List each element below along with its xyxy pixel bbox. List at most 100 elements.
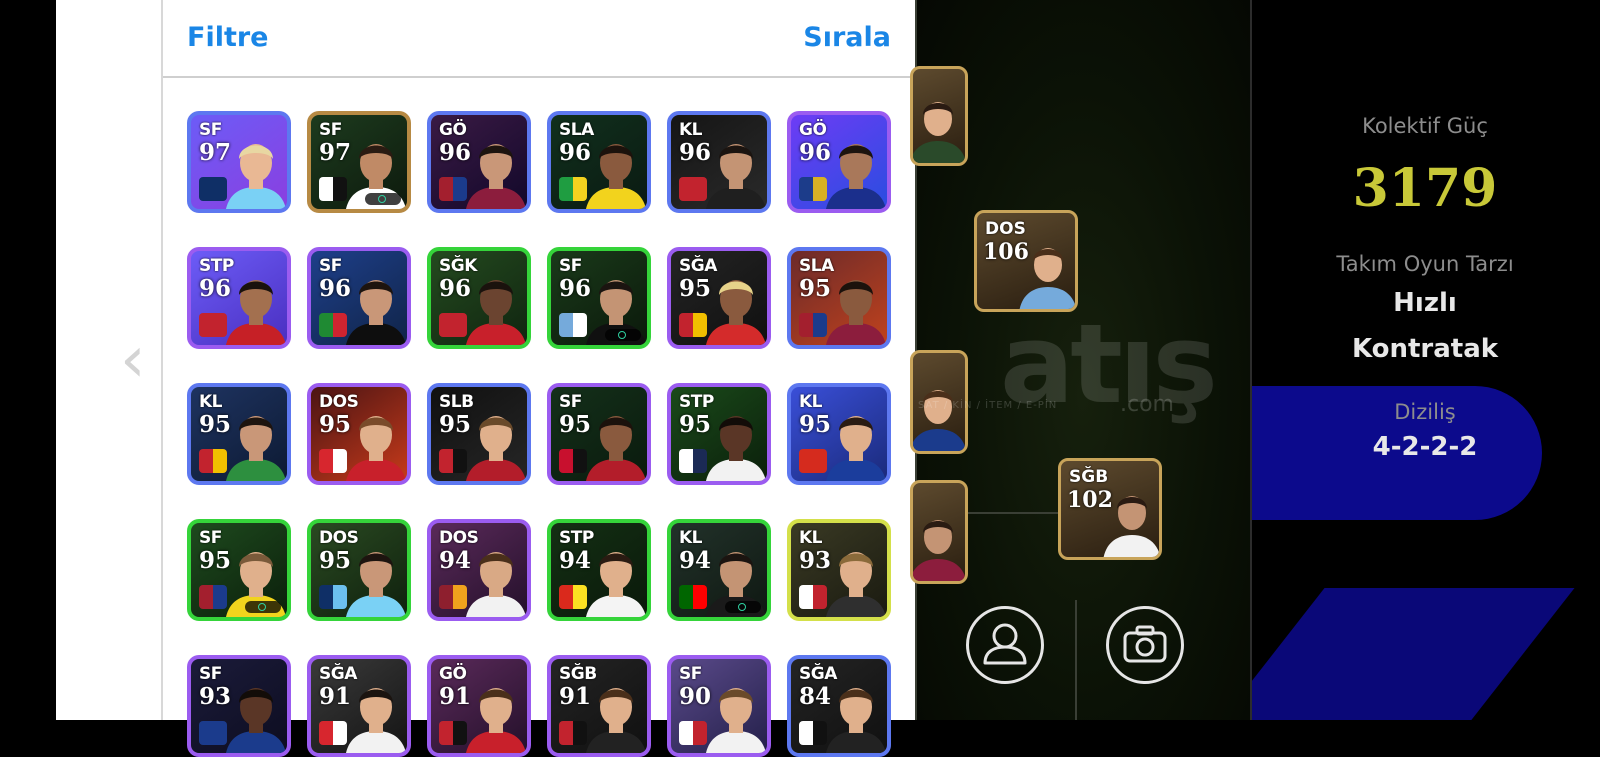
nation-club-emblem [799, 585, 827, 609]
player-position: SLA [799, 256, 834, 276]
pitch-player-card[interactable] [910, 66, 968, 166]
player-portrait [586, 552, 646, 617]
player-card[interactable]: SĞB 91 [547, 655, 651, 757]
nation-club-emblem [679, 585, 707, 609]
player-card[interactable]: SF 96 [307, 247, 411, 349]
nation-club-emblem [799, 721, 827, 745]
player-position: SĞA [799, 664, 837, 684]
player-rating: 95 [679, 275, 712, 302]
nation-club-emblem [799, 177, 827, 201]
player-card[interactable]: SLA 95 [787, 247, 891, 349]
player-card[interactable]: KL 95 [787, 383, 891, 485]
player-card[interactable]: STP 95 [667, 383, 771, 485]
player-card[interactable]: GÖ 96 [787, 111, 891, 213]
player-card[interactable]: SF 90 [667, 655, 771, 757]
player-card[interactable]: SF 97 [187, 111, 291, 213]
player-rating: 96 [199, 275, 232, 302]
player-list-panel: Filtre Sırala SF 97 SF 97 GÖ 96 SLA 96 KL 96 GÖ 96 S… [161, 0, 915, 757]
nation-club-emblem [679, 721, 707, 745]
player-portrait [586, 144, 646, 209]
player-card[interactable]: SF 95 [547, 383, 651, 485]
pitch-player-card[interactable]: DOS 106 [974, 210, 1078, 312]
player-card[interactable]: DOS 95 [307, 383, 411, 485]
nation-club-emblem [199, 585, 227, 609]
player-card[interactable]: SĞK 96 [427, 247, 531, 349]
player-portrait [706, 688, 766, 753]
player-portrait [226, 416, 286, 481]
player-portrait [466, 416, 526, 481]
player-card[interactable]: SF 95 [187, 519, 291, 621]
player-card[interactable]: STP 96 [187, 247, 291, 349]
player-rating: 95 [559, 411, 592, 438]
player-rating: 97 [199, 139, 232, 166]
nation-club-emblem [439, 313, 467, 337]
player-portrait [586, 688, 646, 753]
player-card[interactable]: SĞA 84 [787, 655, 891, 757]
player-card[interactable]: SĞA 91 [307, 655, 411, 757]
player-rating: 91 [439, 683, 472, 710]
filter-button[interactable]: Filtre [187, 22, 269, 53]
player-position: SF [199, 664, 222, 684]
player-portrait [226, 144, 286, 209]
team-strength-label: Kolektif Güç [1362, 114, 1488, 138]
nation-club-emblem [679, 177, 707, 201]
nation-club-emblem [559, 721, 587, 745]
player-rating: 95 [439, 411, 472, 438]
profile-button[interactable] [966, 606, 1044, 684]
nation-club-emblem [199, 313, 227, 337]
player-rating: 94 [559, 547, 592, 574]
player-card[interactable]: SLA 96 [547, 111, 651, 213]
player-position: SĞA [679, 256, 717, 276]
boost-badge [245, 601, 281, 613]
player-card[interactable]: GÖ 91 [427, 655, 531, 757]
nation-club-emblem [319, 313, 347, 337]
player-card[interactable]: KL 93 [787, 519, 891, 621]
player-rating: 91 [319, 683, 352, 710]
player-rating: 91 [559, 683, 592, 710]
player-portrait [826, 552, 886, 617]
player-card[interactable]: SF 97 [307, 111, 411, 213]
player-portrait [826, 416, 886, 481]
player-card[interactable]: KL 96 [667, 111, 771, 213]
nation-club-emblem [559, 313, 587, 337]
playstyle-label: Takım Oyun Tarzı [1336, 252, 1514, 276]
player-card[interactable]: DOS 94 [427, 519, 531, 621]
player-portrait [826, 688, 886, 753]
formation-value[interactable]: 4-2-2-2 [1252, 432, 1600, 462]
nation-club-emblem [439, 585, 467, 609]
player-card[interactable]: SF 93 [187, 655, 291, 757]
pitch-player-card[interactable] [910, 480, 968, 584]
player-rating: 96 [799, 139, 832, 166]
nation-club-emblem [199, 177, 227, 201]
nation-club-emblem [799, 313, 827, 337]
nation-club-emblem [439, 177, 467, 201]
player-portrait [226, 280, 286, 345]
player-rating: 96 [319, 275, 352, 302]
nation-club-emblem [439, 721, 467, 745]
nation-club-emblem [559, 449, 587, 473]
camera-button[interactable] [1106, 606, 1184, 684]
player-card[interactable]: STP 94 [547, 519, 651, 621]
player-rating: 96 [679, 139, 712, 166]
back-chevron-icon[interactable]: ‹ [120, 328, 146, 392]
pitch-player-card[interactable]: SĞB 102 [1058, 458, 1162, 560]
player-rating: 95 [319, 547, 352, 574]
player-position: SĞA [319, 664, 357, 684]
nation-club-emblem [199, 449, 227, 473]
team-info-panel: Kolektif Güç 3179 Takım Oyun Tarzı Hızlı… [1250, 0, 1600, 720]
player-card[interactable]: GÖ 96 [427, 111, 531, 213]
sort-button[interactable]: Sırala [803, 22, 891, 53]
player-card[interactable]: KL 95 [187, 383, 291, 485]
player-position: STP [199, 256, 234, 276]
player-position: DOS [439, 528, 479, 548]
player-card[interactable]: SF 96 [547, 247, 651, 349]
nation-club-emblem [559, 177, 587, 201]
camera-icon [1123, 625, 1167, 663]
player-card[interactable]: SĞA 95 [667, 247, 771, 349]
player-rating: 102 [1067, 487, 1113, 513]
player-card[interactable]: SLB 95 [427, 383, 531, 485]
player-position: KL [799, 392, 823, 412]
player-card[interactable]: KL 94 [667, 519, 771, 621]
player-position: STP [559, 528, 594, 548]
player-card[interactable]: DOS 95 [307, 519, 411, 621]
